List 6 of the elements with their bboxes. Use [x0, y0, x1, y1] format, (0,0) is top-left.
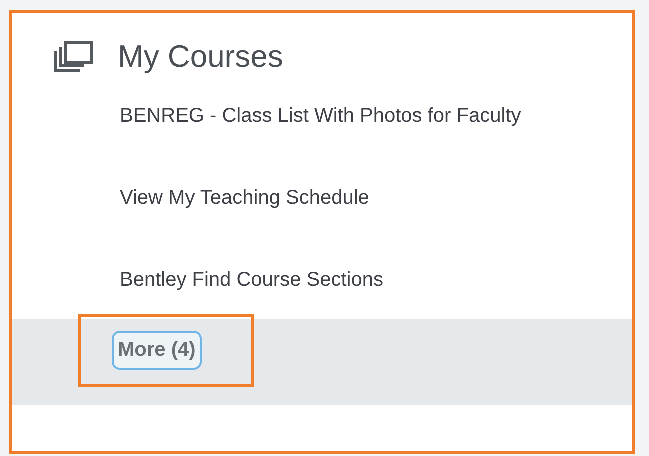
course-link[interactable]: BENREG - Class List With Photos for Faculty [120, 105, 632, 128]
card-title: My Courses [118, 39, 284, 75]
windows-icon [54, 41, 94, 73]
more-button[interactable]: More (4) [112, 331, 202, 370]
course-link[interactable]: Bentley Find Course Sections [120, 269, 632, 292]
course-link[interactable]: View My Teaching Schedule [120, 187, 632, 210]
